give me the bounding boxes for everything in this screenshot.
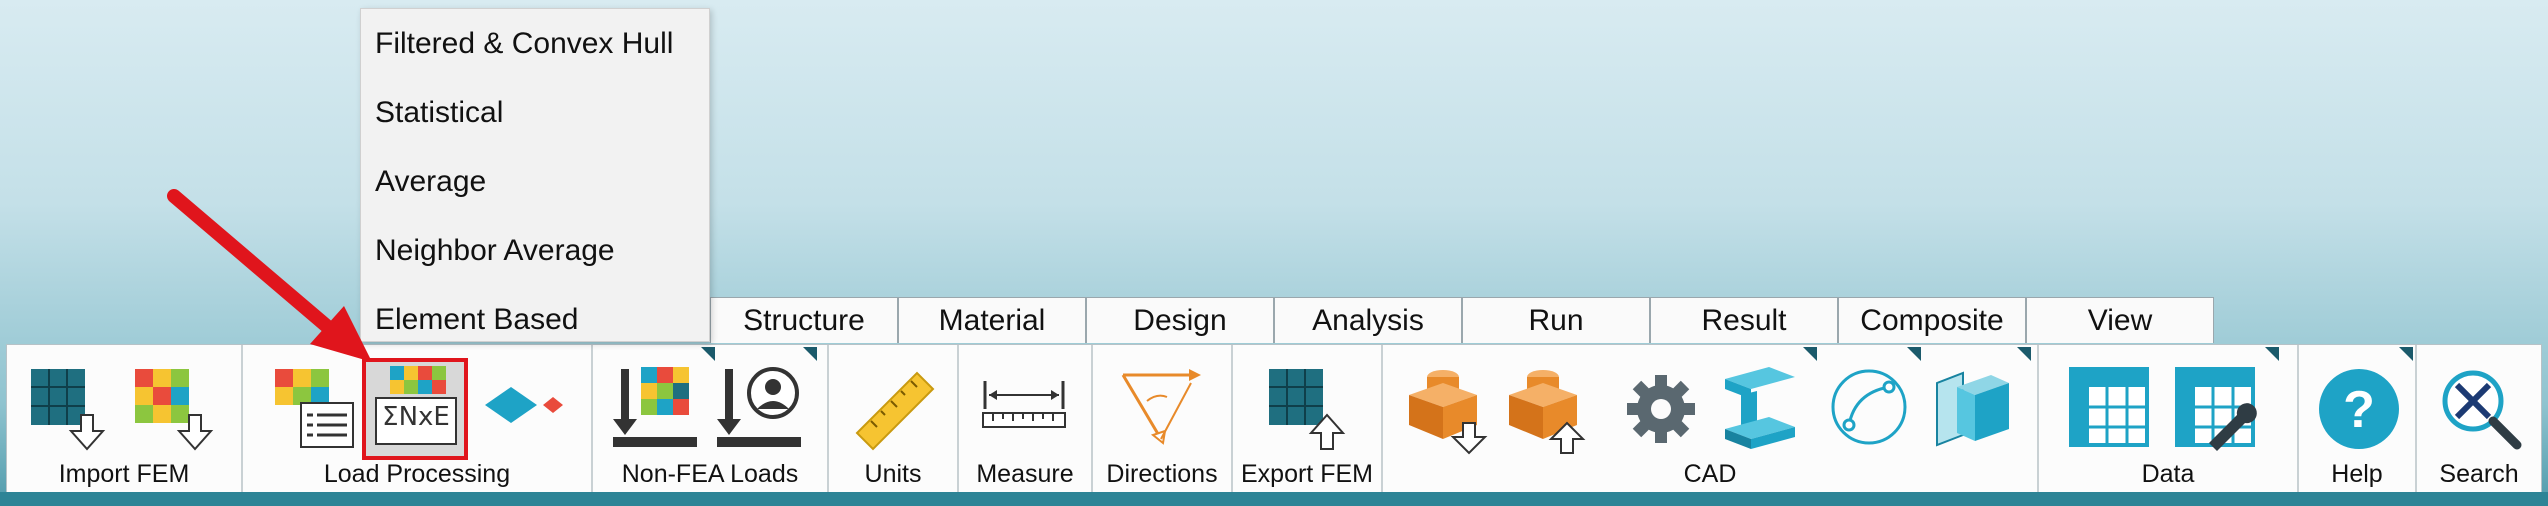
load-diamond-icon[interactable]	[481, 381, 571, 431]
menu-item-statistical[interactable]: Statistical	[361, 78, 709, 147]
non-fea-colormap-icon[interactable]	[613, 365, 699, 455]
cad-export-icon[interactable]	[1507, 365, 1591, 455]
tab-result[interactable]: Result	[1650, 297, 1838, 343]
group-label-import-fem: Import FEM	[58, 460, 190, 488]
group-help: ? Help	[2299, 345, 2417, 493]
ribbon-tabs: Structure Material Design Analysis Run R…	[710, 297, 2214, 344]
group-label-units: Units	[864, 460, 922, 488]
group-data: Data	[2039, 345, 2299, 493]
group-directions: Directions	[1093, 345, 1233, 493]
cad-curve-icon[interactable]	[1829, 367, 1909, 447]
help-icon[interactable]: ?	[2317, 367, 2401, 451]
menu-item-neighbor-average[interactable]: Neighbor Average	[361, 216, 709, 285]
cad-gear-icon[interactable]	[1623, 371, 1699, 447]
cad-import-icon[interactable]	[1407, 365, 1491, 455]
search-icon[interactable]	[2437, 365, 2523, 455]
group-label-cad: CAD	[1683, 460, 1737, 488]
group-label-search: Search	[2439, 460, 2519, 488]
group-import-fem: Import FEM	[7, 345, 243, 493]
data-table-icon[interactable]	[2069, 367, 2149, 447]
non-fea-person-dropdown-corner-icon[interactable]	[803, 347, 817, 361]
group-label-measure: Measure	[976, 460, 1074, 488]
tab-material[interactable]: Material	[898, 297, 1086, 343]
cad-solid-dropdown-corner-icon[interactable]	[2017, 347, 2031, 361]
group-label-export-fem: Export FEM	[1241, 460, 1373, 488]
group-units: Units	[829, 345, 959, 493]
non-fea-person-icon[interactable]	[717, 365, 803, 455]
group-export-fem: Export FEM	[1233, 345, 1383, 493]
group-cad: CAD	[1383, 345, 2039, 493]
tab-design[interactable]: Design	[1086, 297, 1274, 343]
sum-nxe-icon-text: ΣNxE	[382, 402, 450, 432]
svg-text:?: ?	[2343, 381, 2375, 439]
tab-run[interactable]: Run	[1462, 297, 1650, 343]
group-label-data: Data	[2141, 460, 2195, 488]
import-fem-grid-icon[interactable]	[29, 367, 109, 451]
import-fem-colormap-icon[interactable]	[133, 367, 223, 451]
load-table-icon[interactable]	[273, 367, 357, 451]
help-dropdown-corner-icon[interactable]	[2399, 347, 2413, 361]
cad-solid-icon[interactable]	[1933, 365, 2013, 455]
menu-item-element-based[interactable]: Element Based	[361, 285, 709, 354]
menu-item-filtered-convex-hull[interactable]: Filtered & Convex Hull	[361, 9, 709, 78]
cad-ibeam-icon[interactable]	[1719, 365, 1803, 455]
load-sum-button[interactable]: ΣNxE	[362, 358, 468, 460]
cad-curve-dropdown-corner-icon[interactable]	[1907, 347, 1921, 361]
data-dropdown-corner-icon[interactable]	[2265, 347, 2279, 361]
tab-view[interactable]: View	[2026, 297, 2214, 343]
export-fem-icon[interactable]	[1267, 367, 1353, 451]
tab-analysis[interactable]: Analysis	[1274, 297, 1462, 343]
tab-structure[interactable]: Structure	[710, 297, 898, 343]
ruler-icon[interactable]	[851, 365, 941, 455]
tab-composite[interactable]: Composite	[1838, 297, 2026, 343]
group-label-non-fea-loads: Non-FEA Loads	[621, 460, 799, 488]
group-non-fea-loads: Non-FEA Loads	[593, 345, 829, 493]
cad-ibeam-dropdown-corner-icon[interactable]	[1803, 347, 1817, 361]
measure-icon[interactable]	[981, 379, 1071, 435]
menu-item-average[interactable]: Average	[361, 147, 709, 216]
group-label-help: Help	[2331, 460, 2383, 488]
directions-icon[interactable]	[1117, 365, 1207, 455]
group-label-directions: Directions	[1106, 460, 1218, 488]
ribbon-bottom-strip	[0, 492, 2548, 506]
group-search: Search	[2417, 345, 2541, 493]
group-label-load-processing: Load Processing	[323, 460, 511, 488]
data-edit-icon[interactable]	[2175, 367, 2259, 451]
group-measure: Measure	[959, 345, 1093, 493]
load-processing-dropdown-menu: Filtered & Convex Hull Statistical Avera…	[360, 8, 710, 342]
